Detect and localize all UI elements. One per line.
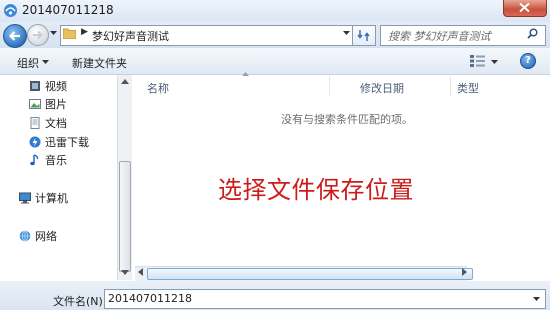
- empty-results-message: 没有与搜索条件匹配的项。: [281, 113, 413, 126]
- window-title: 201407011218: [22, 3, 114, 17]
- back-button[interactable]: [3, 24, 27, 48]
- search-icon[interactable]: [527, 28, 538, 39]
- video-icon: [30, 81, 40, 91]
- music-icon: [30, 154, 39, 166]
- network-icon: [19, 230, 31, 242]
- close-icon: [519, 3, 530, 12]
- app-icon: [4, 4, 17, 17]
- forward-button[interactable]: [27, 24, 49, 46]
- refresh-button[interactable]: [352, 25, 376, 46]
- nav-label: 视频: [45, 80, 67, 93]
- nav-label: 迅雷下载: [45, 136, 89, 149]
- sort-indicator-icon: [242, 72, 249, 76]
- organize-button[interactable]: 组织: [17, 55, 39, 71]
- column-header-modified[interactable]: 修改日期: [360, 80, 404, 96]
- chevron-down-icon[interactable]: [42, 60, 49, 64]
- search-placeholder: 搜索 梦幻好声音测试: [388, 30, 491, 43]
- refresh-icon: [357, 30, 370, 41]
- nav-item-videos[interactable]: 视频: [29, 78, 67, 94]
- history-dropdown-icon[interactable]: [50, 31, 57, 35]
- column-header-name[interactable]: 名称: [147, 80, 169, 96]
- help-icon[interactable]: ?: [520, 53, 536, 69]
- nav-item-music[interactable]: 音乐: [29, 152, 67, 168]
- nav-label: 图片: [45, 98, 67, 111]
- view-dropdown-icon[interactable]: [491, 60, 498, 64]
- picture-icon: [29, 99, 41, 109]
- file-name-label: 文件名(N):: [53, 295, 107, 308]
- scroll-up-icon[interactable]: [121, 79, 129, 84]
- nav-label: 文档: [45, 117, 67, 130]
- column-divider[interactable]: [450, 76, 451, 96]
- column-divider[interactable]: [329, 76, 330, 96]
- overlay-caption: 选择文件保存位置: [218, 176, 414, 204]
- scroll-down-icon[interactable]: [121, 270, 129, 275]
- thunder-download-icon: [29, 136, 41, 148]
- arrow-right-icon: [33, 30, 43, 40]
- nav-item-thunder-downloads[interactable]: 迅雷下载: [29, 134, 89, 150]
- column-header-type[interactable]: 类型: [457, 80, 479, 96]
- nav-item-documents[interactable]: 文档: [29, 115, 67, 131]
- file-name-value[interactable]: 201407011218: [108, 292, 192, 305]
- scroll-left-icon[interactable]: [138, 268, 143, 276]
- nav-item-pictures[interactable]: 图片: [29, 96, 67, 112]
- document-icon: [30, 117, 40, 129]
- breadcrumb-separator-icon[interactable]: ▶: [81, 27, 88, 37]
- file-name-dropdown-icon[interactable]: [533, 297, 540, 301]
- view-options-icon[interactable]: [470, 55, 486, 67]
- nav-item-network[interactable]: 网络: [19, 228, 57, 244]
- horizontal-scrollbar-thumb[interactable]: [147, 268, 473, 280]
- address-dropdown-icon[interactable]: [343, 31, 350, 35]
- folder-icon: [63, 28, 76, 39]
- breadcrumb-folder[interactable]: 梦幻好声音测试: [92, 28, 169, 44]
- nav-label: 计算机: [35, 192, 68, 205]
- new-folder-button[interactable]: 新建文件夹: [72, 55, 127, 71]
- arrow-left-icon: [8, 31, 20, 41]
- navigation-pane: 视频 图片 文档 迅雷下载 音乐 计算机 网络: [0, 75, 117, 280]
- computer-icon: [19, 192, 31, 204]
- nav-item-computer[interactable]: 计算机: [19, 190, 68, 206]
- close-button[interactable]: [503, 0, 547, 17]
- scroll-right-icon[interactable]: [462, 268, 467, 276]
- nav-label: 网络: [35, 230, 57, 243]
- nav-scrollbar-thumb[interactable]: [119, 161, 131, 272]
- nav-label: 音乐: [45, 154, 67, 167]
